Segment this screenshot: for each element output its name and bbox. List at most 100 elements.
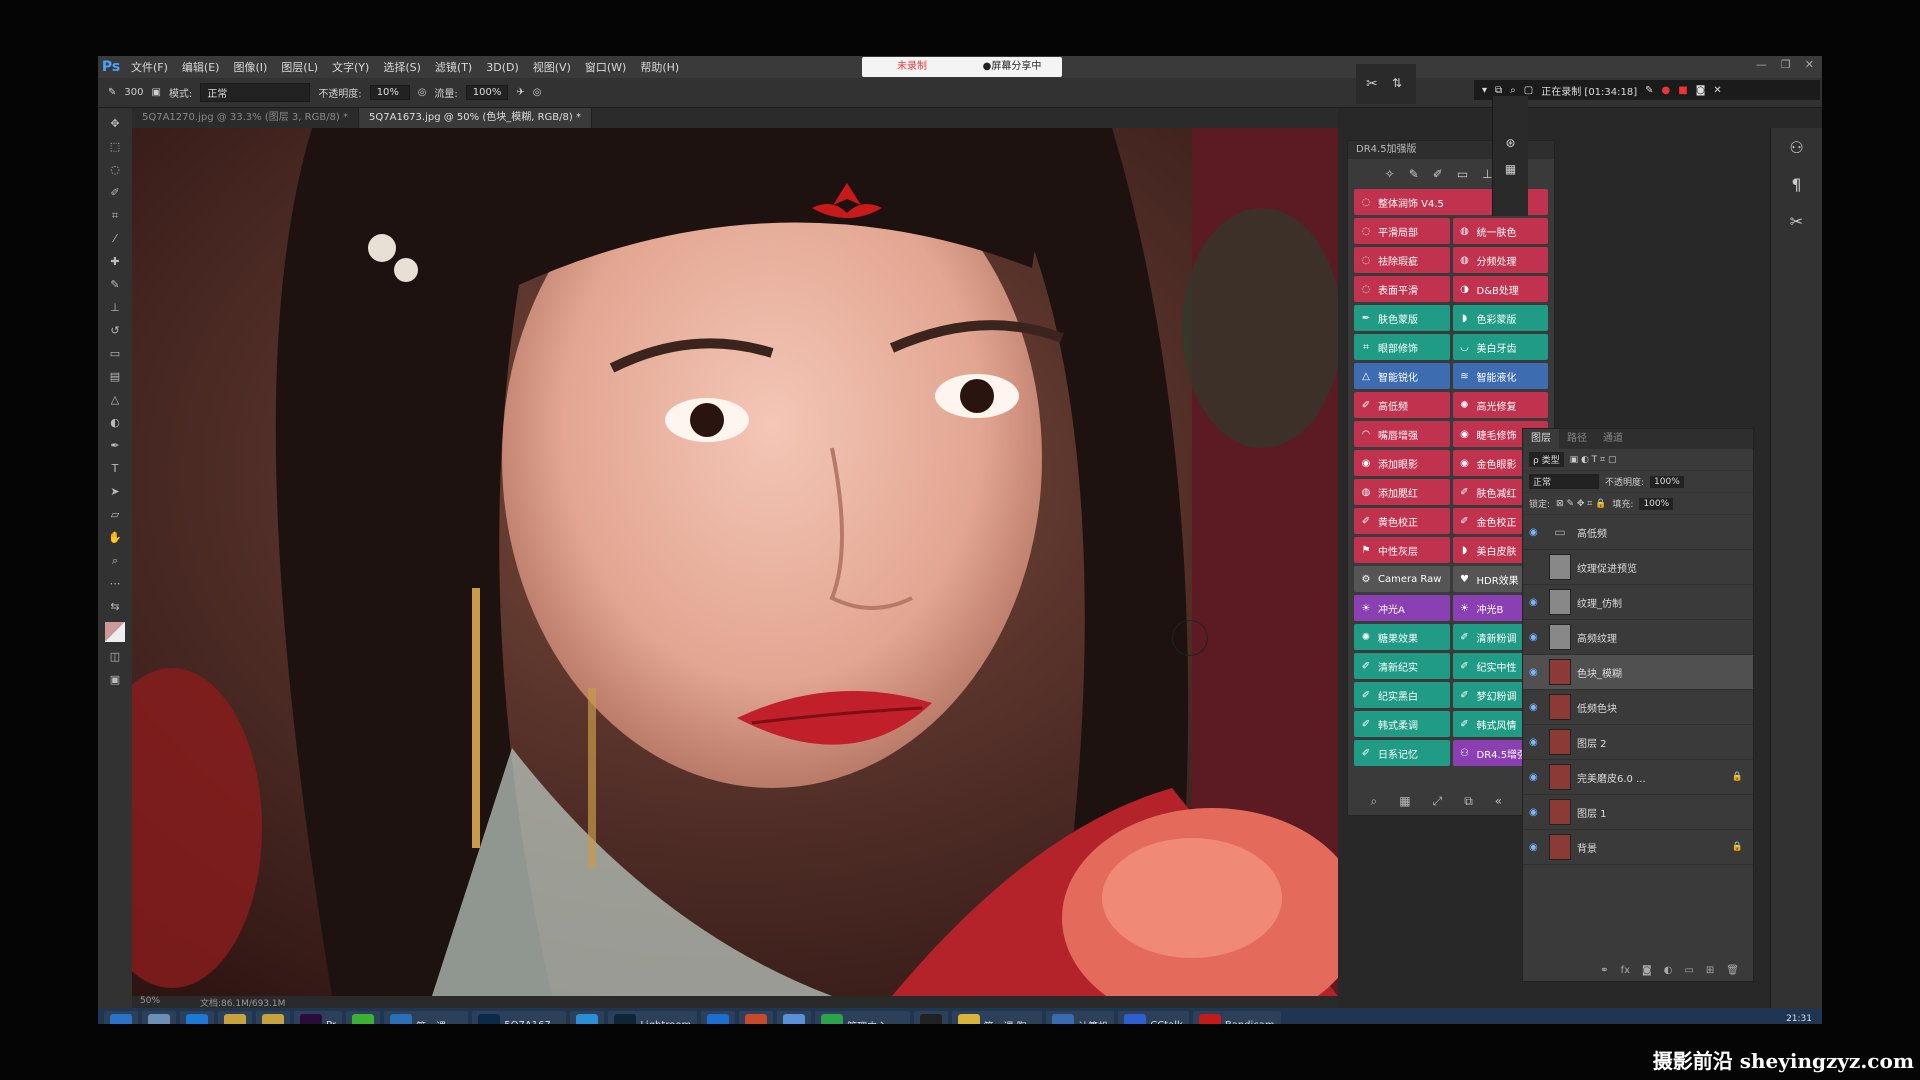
action-button[interactable]: ◠ 嘴唇增强: [1354, 421, 1450, 447]
pen-tool-icon[interactable]: ✒: [106, 438, 124, 454]
search-icon[interactable]: ⌕: [1371, 794, 1378, 809]
layer-row[interactable]: ◉ 低频色块: [1523, 690, 1753, 725]
visibility-eye-icon[interactable]: ◉: [1529, 807, 1543, 818]
layer-row[interactable]: ◉ 色块_模糊: [1523, 655, 1753, 690]
taskbar-item[interactable]: 第一课 -...: [383, 1011, 469, 1024]
dodge-tool-icon[interactable]: ◐: [106, 415, 124, 431]
film-icon[interactable]: ▦: [1399, 794, 1410, 808]
action-button[interactable]: ✐ 清新纪实: [1354, 653, 1450, 679]
menu-layer[interactable]: 图层(L): [274, 59, 325, 75]
menu-help[interactable]: 帮助(H): [633, 59, 686, 75]
mask-icon[interactable]: ◙: [1642, 965, 1652, 976]
taskbar-item[interactable]: [570, 1011, 605, 1024]
action-button[interactable]: ◑ D&B处理: [1452, 276, 1548, 302]
wand-icon[interactable]: ✧: [1385, 167, 1395, 181]
visibility-eye-icon[interactable]: ◉: [1529, 632, 1543, 643]
swap-icon[interactable]: ⇅: [1392, 76, 1402, 90]
tab-layers[interactable]: 图层: [1523, 429, 1559, 449]
tool-preset-icon[interactable]: ✂: [1366, 76, 1378, 92]
restore-icon[interactable]: ❐: [1781, 58, 1791, 71]
fill-field[interactable]: 100%: [1639, 497, 1674, 510]
eyedropper-icon[interactable]: ⁄: [106, 231, 124, 247]
taskbar-item[interactable]: [777, 1011, 812, 1024]
action-button[interactable]: ☀ 冲光A: [1354, 595, 1450, 621]
visibility-eye-icon[interactable]: ◉: [1529, 772, 1543, 783]
brush-icon[interactable]: ✐: [1433, 167, 1443, 181]
marquee-tool-icon[interactable]: ⬚: [106, 139, 124, 155]
paragraph-icon[interactable]: ¶: [1791, 175, 1801, 194]
shape-tool-icon[interactable]: ▱: [106, 507, 124, 523]
color-swatches[interactable]: [105, 622, 125, 642]
quick-select-icon[interactable]: ✐: [106, 185, 124, 201]
brush-panel-icon[interactable]: ▣: [151, 87, 160, 98]
camera-icon[interactable]: ◙: [1696, 85, 1706, 96]
action-button[interactable]: △ 智能锐化: [1354, 363, 1450, 389]
new-layer-icon[interactable]: ⊞: [1706, 965, 1714, 976]
grid-icon[interactable]: ▦: [1493, 162, 1528, 176]
not-recording-label[interactable]: 未录制: [862, 57, 962, 77]
crop-tool-icon[interactable]: ⌗: [106, 208, 124, 224]
layer-row[interactable]: ◉ 高频纹理: [1523, 620, 1753, 655]
pencil-icon[interactable]: ✎: [1409, 167, 1419, 181]
menu-window[interactable]: 窗口(W): [578, 59, 633, 75]
menu-edit[interactable]: 编辑(E): [175, 59, 227, 75]
taskbar-item[interactable]: [218, 1011, 252, 1024]
taskbar-item[interactable]: [104, 1011, 138, 1024]
action-button[interactable]: ◡ 美白牙齿: [1452, 334, 1548, 360]
menu-file[interactable]: 文件(F): [124, 59, 175, 75]
action-button[interactable]: ◍ 添加腮红: [1354, 479, 1450, 505]
brush-tool-icon[interactable]: ✎: [108, 87, 116, 98]
layer-row[interactable]: ◉ ▭ 高低频: [1523, 515, 1753, 550]
window-icon[interactable]: ⧉: [1495, 85, 1502, 96]
taskbar-item[interactable]: Bandicam: [1192, 1011, 1281, 1024]
action-button[interactable]: ✐ 高低频: [1354, 392, 1450, 418]
taskbar-item[interactable]: Pr: [294, 1011, 342, 1024]
pressure-opacity-icon[interactable]: ◎: [418, 87, 427, 98]
action-button[interactable]: ✐ 纪实黑白: [1354, 682, 1450, 708]
hand-tool-icon[interactable]: ✋: [106, 530, 124, 546]
close-icon[interactable]: ✕: [1805, 58, 1814, 71]
layer-opacity-field[interactable]: 100%: [1650, 475, 1684, 488]
action-button[interactable]: ◌ 平滑局部: [1354, 218, 1450, 244]
layer-row[interactable]: ◉ 图层 1: [1523, 795, 1753, 830]
path-select-icon[interactable]: ➤: [106, 484, 124, 500]
taskbar-item[interactable]: [913, 1011, 948, 1024]
taskbar-item[interactable]: CCtalk: [1118, 1011, 1189, 1024]
layer-row[interactable]: ◉ 背景 🔒: [1523, 830, 1753, 865]
group-icon[interactable]: ▭: [1684, 965, 1693, 976]
visibility-eye-icon[interactable]: ◉: [1529, 597, 1543, 608]
visibility-eye-icon[interactable]: ◉: [1529, 667, 1543, 678]
flow-field[interactable]: 100%: [465, 85, 509, 100]
action-button[interactable]: ◌ 祛除瑕疵: [1354, 247, 1450, 273]
airbrush-icon[interactable]: ✈: [516, 87, 524, 98]
expand-icon[interactable]: ⤢: [1433, 794, 1443, 809]
taskbar-item[interactable]: [256, 1011, 290, 1024]
tab-paths[interactable]: 路径: [1559, 429, 1595, 449]
taskbar-item[interactable]: 管理中心 -...: [815, 1011, 910, 1024]
history-brush-icon[interactable]: ↺: [106, 323, 124, 339]
tab-channels[interactable]: 通道: [1595, 429, 1631, 449]
action-button[interactable]: ✺ 高光修复: [1452, 392, 1548, 418]
action-button[interactable]: ✺ 糖果效果: [1354, 624, 1450, 650]
brush-size[interactable]: 300: [124, 87, 143, 98]
more-tools-icon[interactable]: ⋯: [106, 576, 124, 592]
visibility-eye-icon[interactable]: ◉: [1529, 842, 1543, 853]
3d-icon[interactable]: ⊛: [1493, 136, 1528, 150]
zoom-icon[interactable]: ⌕: [1510, 85, 1516, 96]
visibility-eye-icon[interactable]: ◉: [1529, 527, 1543, 538]
quick-mask-icon[interactable]: ◫: [106, 649, 124, 665]
action-button[interactable]: ✐ 韩式柔调: [1354, 711, 1450, 737]
menu-3d[interactable]: 3D(D): [479, 61, 526, 74]
action-button[interactable]: ✐ 日系记忆: [1354, 740, 1450, 766]
action-button[interactable]: ◌ 表面平滑: [1354, 276, 1450, 302]
action-button[interactable]: ◍ 统一肤色: [1452, 218, 1548, 244]
lock-icons[interactable]: ⊠ ✎ ✥ ⌗ 🔒: [1556, 499, 1606, 509]
action-button[interactable]: ◍ 分频处理: [1452, 247, 1548, 273]
action-button[interactable]: ⌗ 眼部修饰: [1354, 334, 1450, 360]
menu-image[interactable]: 图像(I): [226, 59, 274, 75]
rect-icon[interactable]: ▢: [1524, 85, 1533, 96]
brush-tool-icon[interactable]: ✎: [106, 277, 124, 293]
layer-row[interactable]: ◉ 完美磨皮6.0 ... 🔒: [1523, 760, 1753, 795]
layer-row[interactable]: ◉ 纹理_仿制: [1523, 585, 1753, 620]
close-icon[interactable]: ✕: [1713, 85, 1721, 96]
